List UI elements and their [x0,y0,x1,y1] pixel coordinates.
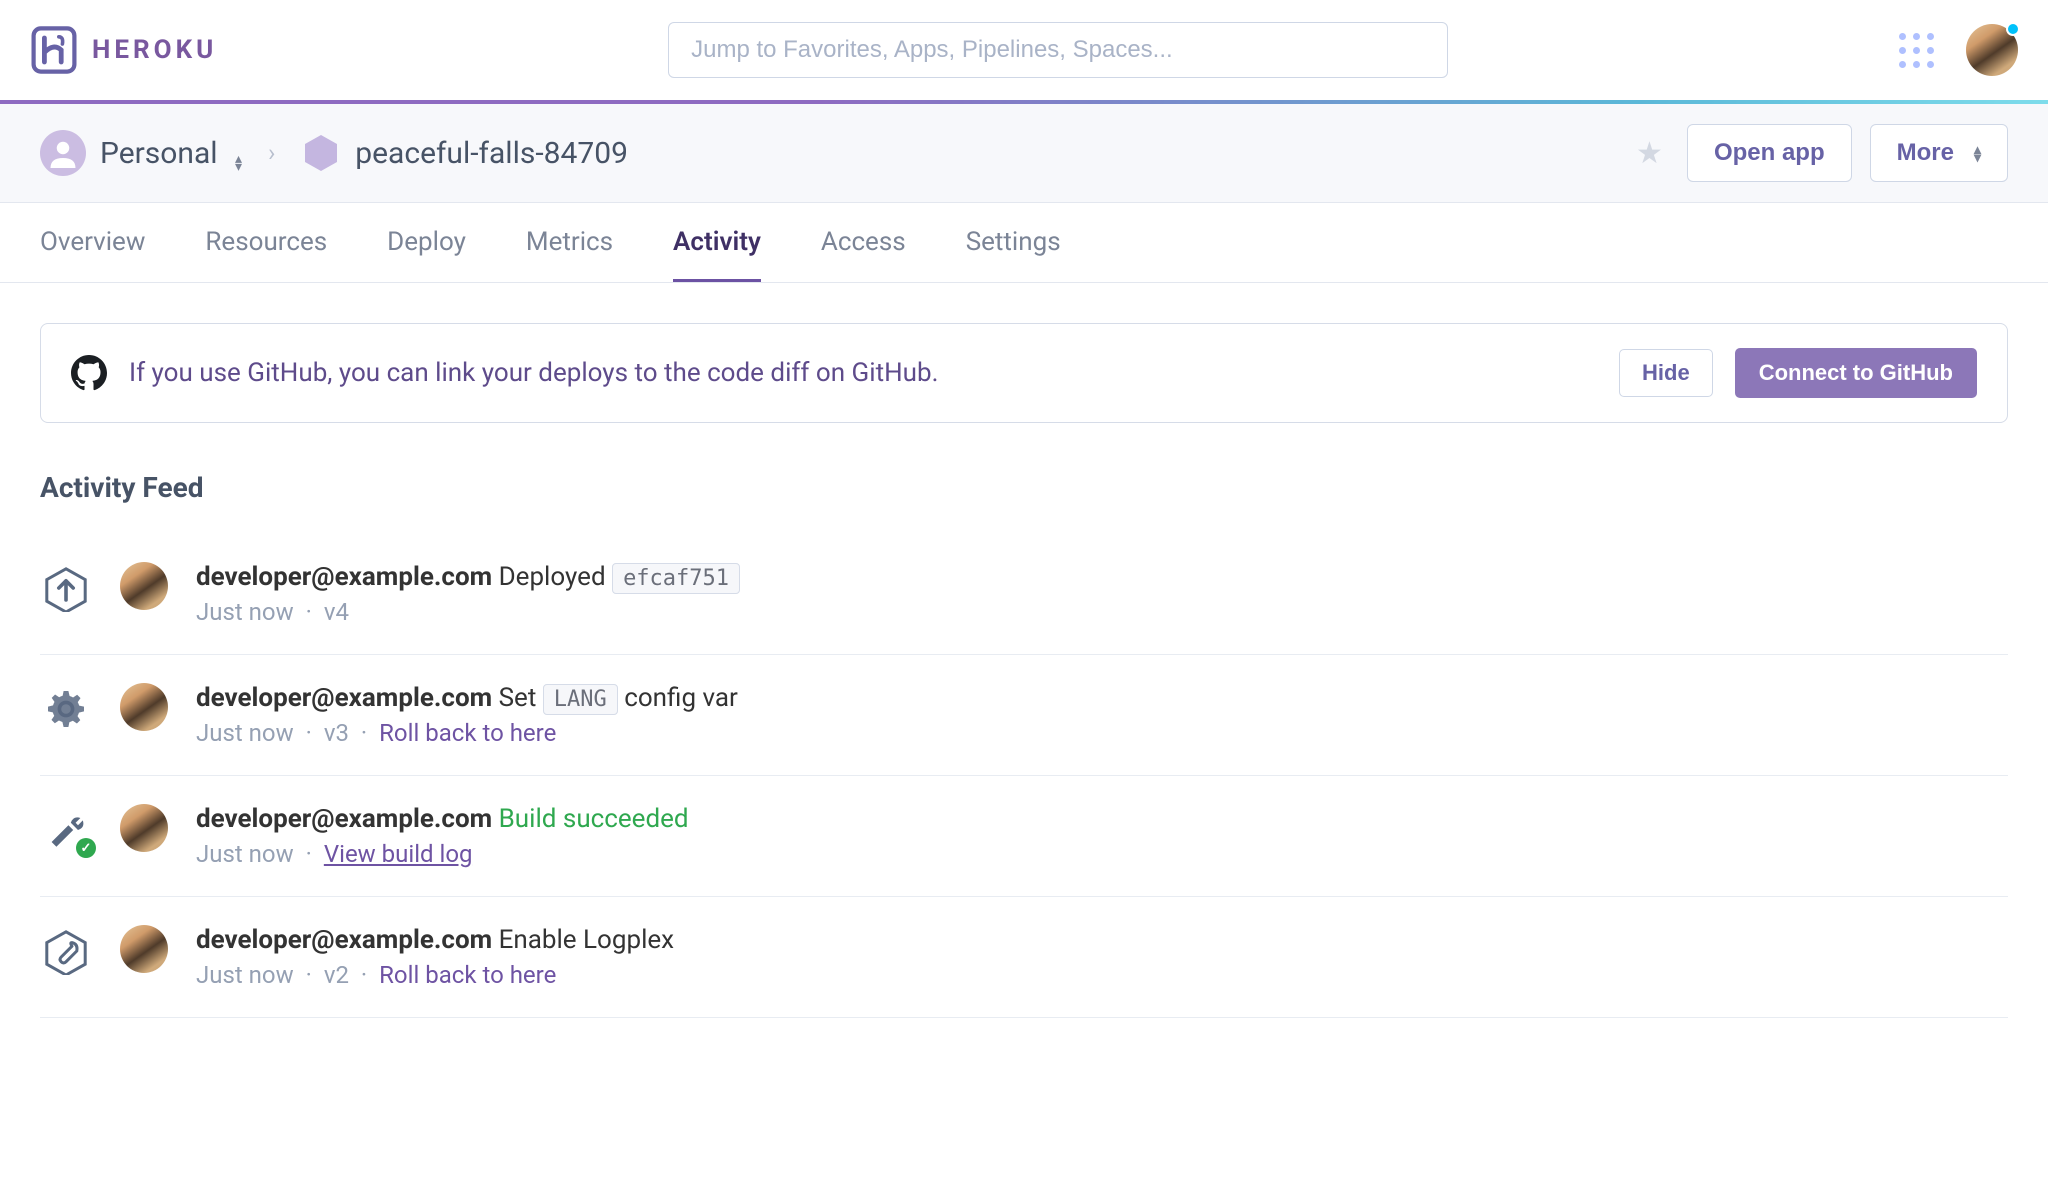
activity-meta: Just now · v2 · Roll back to here [196,961,674,989]
activity-version: v3 [324,719,349,747]
heroku-logo-icon [30,26,78,74]
activity-action: Set [499,683,537,713]
activity-description: developer@example.com Set LANG config va… [196,683,738,713]
user-email: developer@example.com [196,925,492,955]
activity-version: v4 [324,598,349,626]
activity-time: Just now [196,598,294,626]
wrench-icon [40,925,92,977]
activity-item: developer@example.com Set LANG config va… [40,655,2008,776]
build-icon: ✓ [40,804,92,856]
activity-meta: Just now · v3 · Roll back to here [196,719,738,747]
user-avatar-icon [120,562,168,610]
main-content: If you use GitHub, you can link your dep… [0,283,2048,1058]
user-email: developer@example.com [196,562,492,592]
user-email: developer@example.com [196,804,492,834]
user-avatar[interactable] [1966,24,2018,76]
activity-action: Deployed [499,562,606,592]
user-avatar-icon [120,683,168,731]
open-app-button[interactable]: Open app [1687,124,1852,182]
rollback-link[interactable]: Roll back to here [379,719,556,747]
search-input[interactable] [668,22,1448,78]
activity-description: developer@example.com Deployed efcaf751 [196,562,740,592]
gear-icon [40,683,92,735]
scope-selector[interactable]: Personal ▴▾ [100,136,242,171]
banner-text: If you use GitHub, you can link your dep… [129,358,1597,388]
feed-title: Activity Feed [40,471,2008,504]
activity-action-suffix: config var [624,683,738,713]
activity-description: developer@example.com Enable Logplex [196,925,674,955]
github-banner: If you use GitHub, you can link your dep… [40,323,2008,423]
github-icon [71,355,107,391]
view-build-log-link[interactable]: View build log [324,840,473,868]
personal-avatar-icon [40,130,86,176]
tab-deploy[interactable]: Deploy [387,203,466,282]
scope-label: Personal [100,136,218,171]
breadcrumb: Personal ▴▾ › peaceful-falls-84709 ★ Ope… [0,104,2048,203]
user-email: developer@example.com [196,683,492,713]
activity-version: v2 [324,961,349,989]
star-icon[interactable]: ★ [1636,136,1663,171]
check-icon: ✓ [76,838,96,858]
activity-time: Just now [196,840,294,868]
chevron-updown-icon: ▴▾ [235,155,242,171]
user-avatar-icon [120,925,168,973]
app-switcher-icon[interactable] [1899,33,1934,68]
activity-item: developer@example.com Deployed efcaf751 … [40,534,2008,655]
build-status: Build succeeded [499,804,689,834]
user-avatar-icon [120,804,168,852]
tab-bar: Overview Resources Deploy Metrics Activi… [0,203,2048,283]
activity-item: ✓ developer@example.com Build succeeded … [40,776,2008,897]
more-button[interactable]: More ▴▾ [1870,124,2008,182]
activity-action: Enable Logplex [499,925,674,955]
tab-overview[interactable]: Overview [40,203,145,282]
commit-hash[interactable]: efcaf751 [612,563,740,594]
hexagon-app-icon [301,133,341,173]
activity-meta: Just now · v4 [196,598,740,626]
chevron-right-icon: › [268,139,275,167]
activity-time: Just now [196,719,294,747]
top-header: HEROKU [0,0,2048,100]
activity-meta: Just now · View build log [196,840,689,868]
tab-access[interactable]: Access [821,203,906,282]
tab-activity[interactable]: Activity [673,203,761,282]
activity-description: developer@example.com Build succeeded [196,804,689,834]
heroku-logo[interactable]: HEROKU [30,26,217,74]
activity-item: developer@example.com Enable Logplex Jus… [40,897,2008,1018]
tab-settings[interactable]: Settings [966,203,1061,282]
brand-text: HEROKU [92,35,217,65]
connect-github-button[interactable]: Connect to GitHub [1735,348,1977,398]
config-var-name: LANG [543,684,618,715]
tab-metrics[interactable]: Metrics [526,203,613,282]
rollback-link[interactable]: Roll back to here [379,961,556,989]
notification-dot [2006,22,2020,36]
activity-time: Just now [196,961,294,989]
hide-button[interactable]: Hide [1619,349,1713,397]
tab-resources[interactable]: Resources [205,203,327,282]
chevron-updown-icon: ▴▾ [1974,145,1981,161]
deploy-icon [40,562,92,614]
app-name: peaceful-falls-84709 [355,136,628,171]
